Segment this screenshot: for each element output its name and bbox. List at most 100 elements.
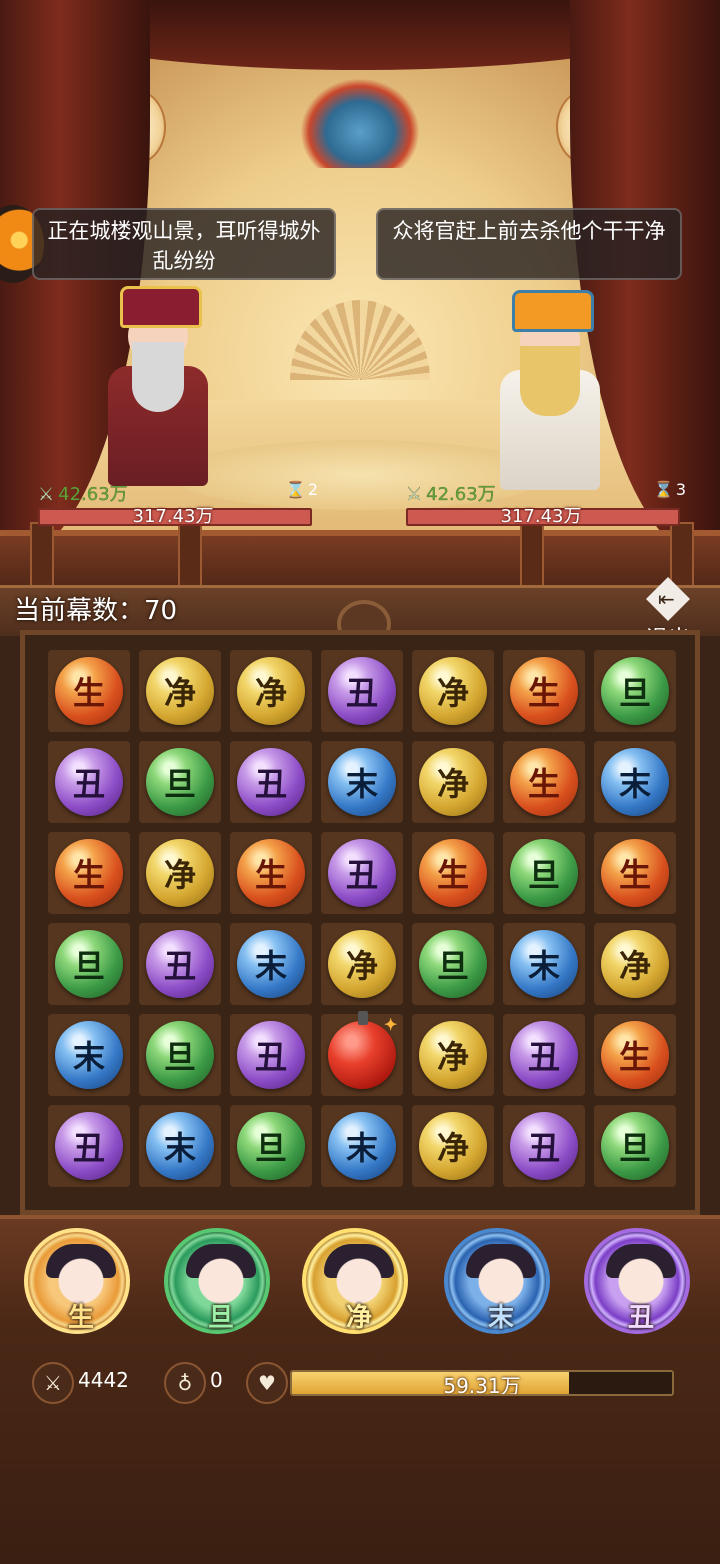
board-cell[interactable]: 净 <box>139 832 221 914</box>
board-cell[interactable]: ✦ <box>321 1011 403 1096</box>
orb-chou[interactable]: 丑 <box>55 748 123 816</box>
board-cell[interactable]: 旦 <box>594 1105 676 1187</box>
orb-mo[interactable]: 末 <box>328 748 396 816</box>
orb-dan[interactable]: 旦 <box>237 1112 305 1180</box>
orb-jing[interactable]: 净 <box>146 657 214 725</box>
board-cell[interactable]: 净 <box>230 650 312 732</box>
board-cell[interactable]: 净 <box>594 923 676 1005</box>
board-cell[interactable]: 旦 <box>48 923 130 1005</box>
board-cell[interactable]: 旦 <box>230 1105 312 1187</box>
gourd-icon: ♁ <box>164 1362 206 1404</box>
board-cell[interactable]: 丑 <box>230 1014 312 1096</box>
hero-jing[interactable]: 净 <box>302 1228 408 1334</box>
orb-sheng[interactable]: 生 <box>601 1021 669 1089</box>
orb-sheng[interactable]: 生 <box>237 839 305 907</box>
board-cell[interactable]: 生 <box>412 832 494 914</box>
orb-chou[interactable]: 丑 <box>328 657 396 725</box>
orb-mo[interactable]: 末 <box>328 1112 396 1180</box>
board-cell[interactable]: 生 <box>230 832 312 914</box>
board-cell[interactable]: 净 <box>412 1105 494 1187</box>
orb-jing[interactable]: 净 <box>601 930 669 998</box>
board-cell[interactable]: 旦 <box>412 923 494 1005</box>
orb-jing[interactable]: 净 <box>419 748 487 816</box>
board-cell[interactable]: 旦 <box>139 741 221 823</box>
team-hp-bar: 59.31万 <box>290 1370 674 1396</box>
orb-sheng[interactable]: 生 <box>55 839 123 907</box>
orb-mo[interactable]: 末 <box>146 1112 214 1180</box>
orb-mo[interactable]: 末 <box>237 930 305 998</box>
board-cell[interactable]: 旦 <box>594 650 676 732</box>
hero-role-label: 生 <box>67 1303 94 1333</box>
orb-chou[interactable]: 丑 <box>237 748 305 816</box>
orb-chou[interactable]: 丑 <box>328 839 396 907</box>
board-cell[interactable]: 丑 <box>321 832 403 914</box>
hero-role-label: 旦 <box>207 1303 234 1333</box>
orb-jing[interactable]: 净 <box>419 1112 487 1180</box>
battle-stage: 正在城楼观山景，耳听得城外乱纷纷 众将官赶上前去杀他个干干净 ⚔ 42.63万 ⌛… <box>0 0 720 590</box>
board-cell[interactable]: 末 <box>139 1105 221 1187</box>
orb-jing[interactable]: 净 <box>146 839 214 907</box>
board-cell[interactable]: 净 <box>412 741 494 823</box>
board-cell[interactable]: 旦 <box>139 1014 221 1096</box>
board-cell[interactable]: 末 <box>594 741 676 823</box>
board-cell[interactable]: 丑 <box>230 741 312 823</box>
orb-chou[interactable]: 丑 <box>55 1112 123 1180</box>
orb-mo[interactable]: 末 <box>601 748 669 816</box>
board-cell[interactable]: 丑 <box>48 1105 130 1187</box>
orb-jing[interactable]: 净 <box>237 657 305 725</box>
orb-sheng[interactable]: 生 <box>55 657 123 725</box>
hero-chou[interactable]: 丑 <box>584 1228 690 1334</box>
board-cell[interactable]: 旦 <box>503 832 585 914</box>
board-cell[interactable]: 净 <box>139 650 221 732</box>
board-cell[interactable]: 生 <box>48 650 130 732</box>
orb-chou[interactable]: 丑 <box>510 1021 578 1089</box>
orb-sheng[interactable]: 生 <box>510 657 578 725</box>
orb-dan[interactable]: 旦 <box>55 930 123 998</box>
board-cell[interactable]: 丑 <box>48 741 130 823</box>
orb-chou[interactable]: 丑 <box>146 930 214 998</box>
bomb-orb[interactable]: ✦ <box>328 1011 397 1089</box>
orb-sheng[interactable]: 生 <box>419 839 487 907</box>
hero-mo[interactable]: 末 <box>444 1228 550 1334</box>
enemy-turns: 3 <box>675 480 686 499</box>
board-cell[interactable]: 生 <box>503 741 585 823</box>
board-cell[interactable]: 末 <box>321 741 403 823</box>
board-cell[interactable]: 末 <box>503 923 585 1005</box>
orb-chou[interactable]: 丑 <box>237 1021 305 1089</box>
orb-sheng[interactable]: 生 <box>601 839 669 907</box>
match-board: 生净净丑净生旦丑旦丑末净生末生净生丑生旦生旦丑末净旦末净末旦丑 ✦ 净丑生丑末旦末净… <box>20 630 700 1215</box>
board-cell[interactable]: 净 <box>321 923 403 1005</box>
orb-jing[interactable]: 净 <box>328 930 396 998</box>
board-cell[interactable]: 末 <box>48 1014 130 1096</box>
orb-dan[interactable]: 旦 <box>601 657 669 725</box>
board-cell[interactable]: 丑 <box>503 1014 585 1096</box>
orb-mo[interactable]: 末 <box>510 930 578 998</box>
orb-mo[interactable]: 末 <box>55 1021 123 1089</box>
board-cell[interactable]: 丑 <box>321 650 403 732</box>
orb-jing[interactable]: 净 <box>419 1021 487 1089</box>
enemy-hp: 317.43万 <box>500 506 582 527</box>
orb-sheng[interactable]: 生 <box>510 748 578 816</box>
board-cell[interactable]: 生 <box>594 832 676 914</box>
board-cell[interactable]: 净 <box>412 1014 494 1096</box>
hero-role-label: 净 <box>345 1303 372 1333</box>
board-cell[interactable]: 生 <box>594 1014 676 1096</box>
board-cell[interactable]: 生 <box>503 650 585 732</box>
hero-role-label: 末 <box>487 1303 514 1333</box>
exit-door-icon: ⇤ <box>646 577 690 621</box>
board-cell[interactable]: 末 <box>321 1105 403 1187</box>
orb-jing[interactable]: 净 <box>419 657 487 725</box>
board-cell[interactable]: 净 <box>412 650 494 732</box>
orb-dan[interactable]: 旦 <box>601 1112 669 1180</box>
orb-dan[interactable]: 旦 <box>510 839 578 907</box>
hero-sheng[interactable]: 生 <box>24 1228 130 1334</box>
orb-dan[interactable]: 旦 <box>146 748 214 816</box>
board-cell[interactable]: 丑 <box>503 1105 585 1187</box>
orb-chou[interactable]: 丑 <box>510 1112 578 1180</box>
hero-dan[interactable]: 旦 <box>164 1228 270 1334</box>
board-cell[interactable]: 末 <box>230 923 312 1005</box>
board-cell[interactable]: 生 <box>48 832 130 914</box>
board-cell[interactable]: 丑 <box>139 923 221 1005</box>
orb-dan[interactable]: 旦 <box>146 1021 214 1089</box>
orb-dan[interactable]: 旦 <box>419 930 487 998</box>
